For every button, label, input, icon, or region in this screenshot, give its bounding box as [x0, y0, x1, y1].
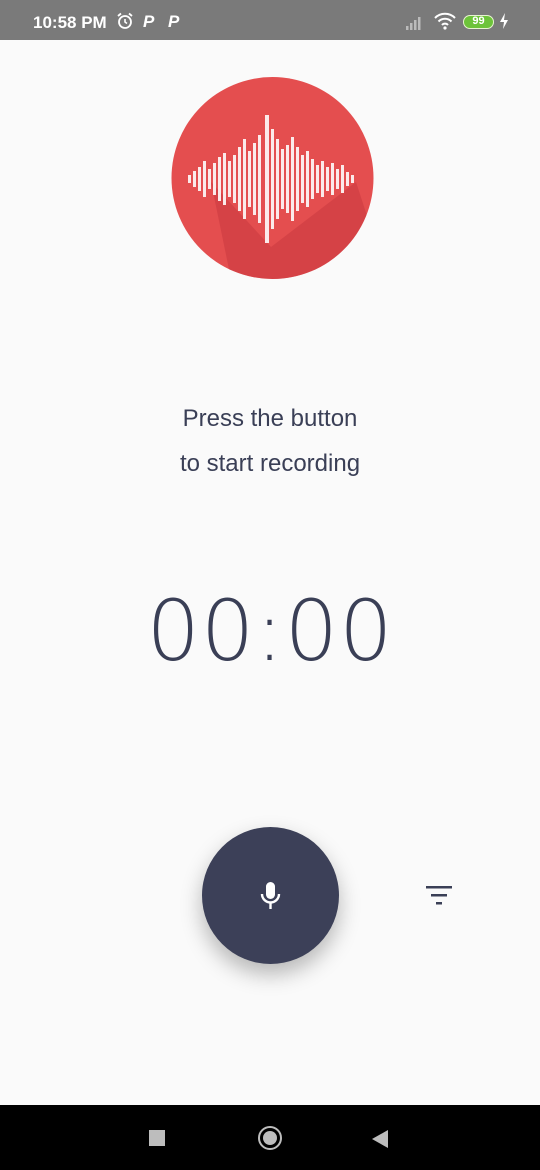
record-button[interactable] — [202, 827, 339, 964]
status-bar: 10:58 PM P P 99 — [0, 0, 540, 40]
prompt-line-1: Press the button — [182, 405, 358, 432]
battery-icon: 99 — [463, 15, 494, 29]
mic-icon — [260, 882, 281, 909]
wifi-icon — [434, 12, 456, 30]
timer-display: 00:00 — [146, 582, 394, 680]
charging-icon — [500, 13, 508, 29]
alarm-icon — [117, 12, 133, 29]
prompt-line-2: to start recording — [179, 450, 361, 477]
home-circle-icon[interactable] — [258, 1126, 282, 1150]
filter-icon[interactable] — [425, 884, 453, 906]
recents-square-icon[interactable] — [149, 1130, 165, 1146]
navigation-bar — [0, 1105, 540, 1170]
back-triangle-icon[interactable] — [372, 1130, 388, 1148]
status-time: 10:58 PM — [33, 13, 107, 32]
sound-wave-logo — [171, 77, 374, 279]
battery-level: 99 — [472, 15, 485, 27]
signal-icon — [406, 17, 421, 30]
p-app-icon: P — [143, 12, 155, 31]
p-app-icon-2: P — [168, 12, 180, 31]
